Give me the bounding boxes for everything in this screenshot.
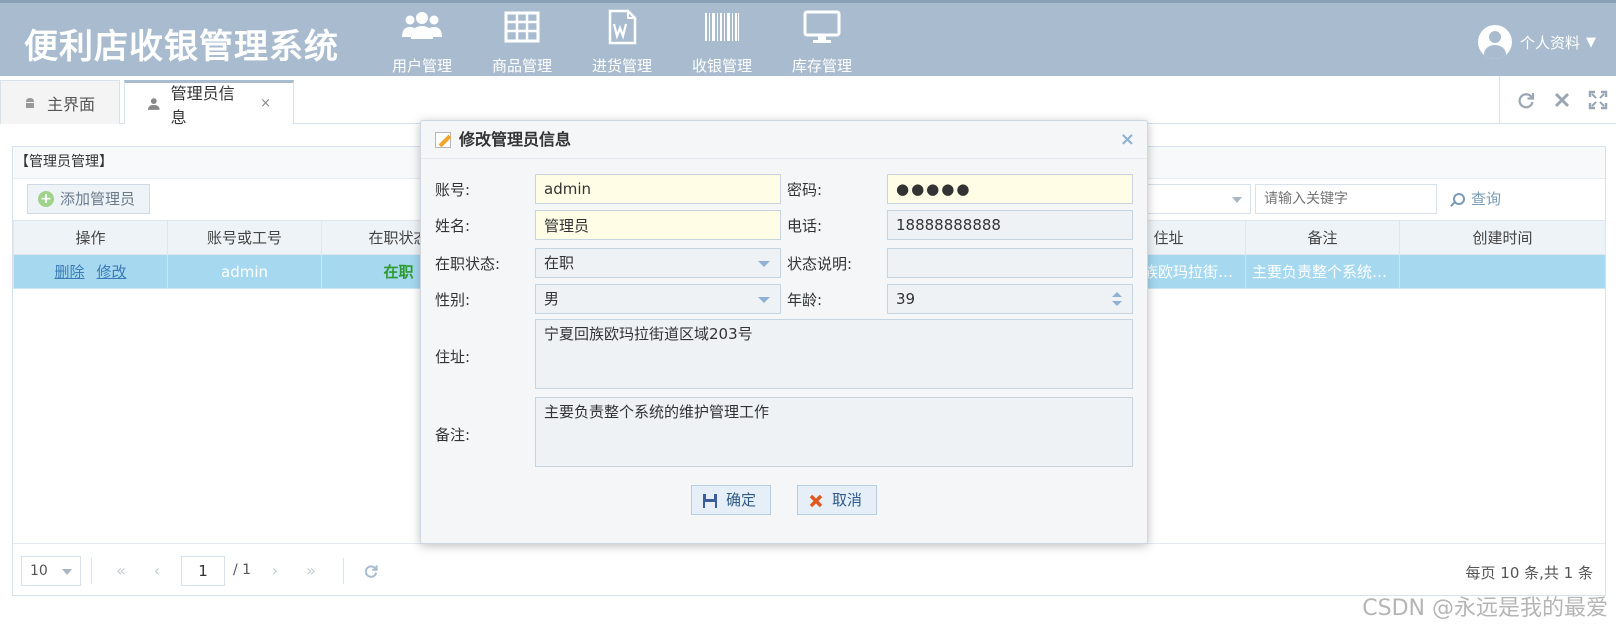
name-field[interactable] [535,210,781,240]
status-desc-field[interactable] [887,248,1133,278]
gender-select[interactable]: 男 [535,284,781,314]
edit-link[interactable]: 修改 [97,263,127,281]
header-account[interactable]: 账号或工号 [167,220,322,255]
pagination: 10 « ‹ / 1 › » 每页 10 条,共 1 条 [13,543,1605,595]
app-title: 便利店收银管理系统 [24,27,339,67]
remark-label: 备注: [435,426,471,444]
nav-cashier-management[interactable]: 收银管理 [672,3,772,79]
gender-label: 性别: [435,291,471,309]
spin-up-icon[interactable] [1112,292,1122,297]
age-label: 年龄: [787,291,823,309]
android-icon [26,97,34,108]
prev-page-icon[interactable]: ‹ [145,558,169,584]
nav-label: 用户管理 [391,57,452,75]
status-select[interactable]: 在职 [535,248,781,278]
search-input[interactable] [1255,184,1437,214]
row-actions: 删除 修改 [13,254,168,289]
page-size-select[interactable]: 10 [21,556,81,586]
watermark: CSDN @永远是我的最爱 [1362,596,1608,621]
dialog-title: 修改管理员信息 [459,130,572,149]
account-field[interactable] [535,174,781,204]
tab-bar: 主界面 管理员信息 × [0,76,1616,127]
refresh-icon[interactable] [1508,82,1544,118]
age-spinner[interactable]: 39 [887,284,1133,314]
remark-textarea[interactable]: 主要负责整个系统的维护管理工作 [535,397,1133,467]
barcode-icon [705,13,739,41]
cancel-label: 取消 [832,491,863,509]
name-label: 姓名: [435,217,471,235]
word-document-icon [608,9,637,45]
address-label: 住址: [435,348,471,366]
account-label: 账号: [435,181,471,199]
next-page-icon[interactable]: › [263,558,287,584]
fullscreen-icon[interactable] [1580,82,1616,118]
cancel-x-icon [809,494,823,508]
tab-tools [1499,76,1616,124]
status-desc-label: 状态说明: [787,255,853,273]
address-textarea[interactable]: 宁夏回族欧玛拉街道区域203号 [535,319,1133,389]
dialog-title-bar: 修改管理员信息 × [421,121,1147,159]
users-icon [402,12,442,39]
phone-label: 电话: [787,217,823,235]
age-value: 39 [896,290,916,308]
page-number-input[interactable] [181,556,225,586]
cell-created [1399,254,1606,289]
profile-label: 个人资料 [1519,33,1580,52]
tab-label: 管理员信息 [170,83,235,127]
search-button-label: 查询 [1471,190,1502,208]
header-created[interactable]: 创建时间 [1399,220,1606,255]
cell-account: admin [167,254,322,289]
user-icon [147,97,160,110]
tab-admin-info[interactable]: 管理员信息 × [124,80,294,127]
save-icon [703,494,717,508]
search-icon [1453,193,1465,205]
confirm-button[interactable]: 确定 [691,485,772,515]
status-select-value: 在职 [544,254,575,272]
phone-field[interactable] [887,210,1133,240]
main-nav: 用户管理 商品管理 进货管理 收银管理 库存管理 [372,3,872,79]
header-remark[interactable]: 备注 [1245,220,1400,255]
edit-pencil-icon [435,132,451,148]
tab-label: 主界面 [47,94,96,114]
close-dialog-icon[interactable]: × [1120,131,1135,149]
password-field[interactable]: ●●●●● [887,174,1133,204]
spin-down-icon[interactable] [1112,301,1122,306]
tab-home[interactable]: 主界面 [0,80,120,124]
password-label: 密码: [787,181,823,199]
close-tab-icon[interactable]: × [260,96,271,111]
nav-inventory-management[interactable]: 库存管理 [772,3,872,79]
search-field-select[interactable] [1133,184,1251,214]
total-pages: / 1 [233,562,252,578]
refresh-page-icon[interactable] [359,558,383,584]
profile-menu[interactable]: 个人资料 ▼ [1477,25,1596,59]
close-all-icon[interactable] [1544,82,1580,118]
nav-label: 库存管理 [791,57,852,75]
chevron-down-icon: ▼ [1586,34,1596,50]
search-button[interactable]: 查询 [1453,184,1501,214]
nav-purchase-management[interactable]: 进货管理 [572,3,672,79]
add-admin-button[interactable]: 添加管理员 [27,184,151,214]
pager-divider [343,558,344,584]
last-page-icon[interactable]: » [299,558,323,584]
table-grid-icon [504,11,540,43]
cell-remark: 主要负责整个系统的维护管理工作 [1245,254,1400,289]
status-label: 在职状态: [435,255,501,273]
cancel-button[interactable]: 取消 [797,485,878,515]
avatar-icon [1477,25,1512,59]
nav-label: 进货管理 [591,57,652,75]
app-header: 便利店收银管理系统 用户管理 商品管理 进货管理 收银管理 库存管理 个人资料 … [0,0,1616,76]
nav-product-management[interactable]: 商品管理 [472,3,572,79]
delete-link[interactable]: 删除 [54,263,84,281]
monitor-icon [803,10,841,43]
nav-user-management[interactable]: 用户管理 [372,3,472,79]
pager-info: 每页 10 条,共 1 条 [1465,564,1593,582]
pager-divider [91,558,92,584]
nav-label: 收银管理 [691,57,752,75]
edit-admin-dialog: 修改管理员信息 × 账号: 密码: ●●●●● 姓名: 电话: 在职状态: 在职… [420,120,1148,544]
header-actions[interactable]: 操作 [13,220,168,255]
confirm-label: 确定 [726,491,757,509]
gender-select-value: 男 [544,290,560,308]
first-page-icon[interactable]: « [109,558,133,584]
nav-label: 商品管理 [491,57,552,75]
